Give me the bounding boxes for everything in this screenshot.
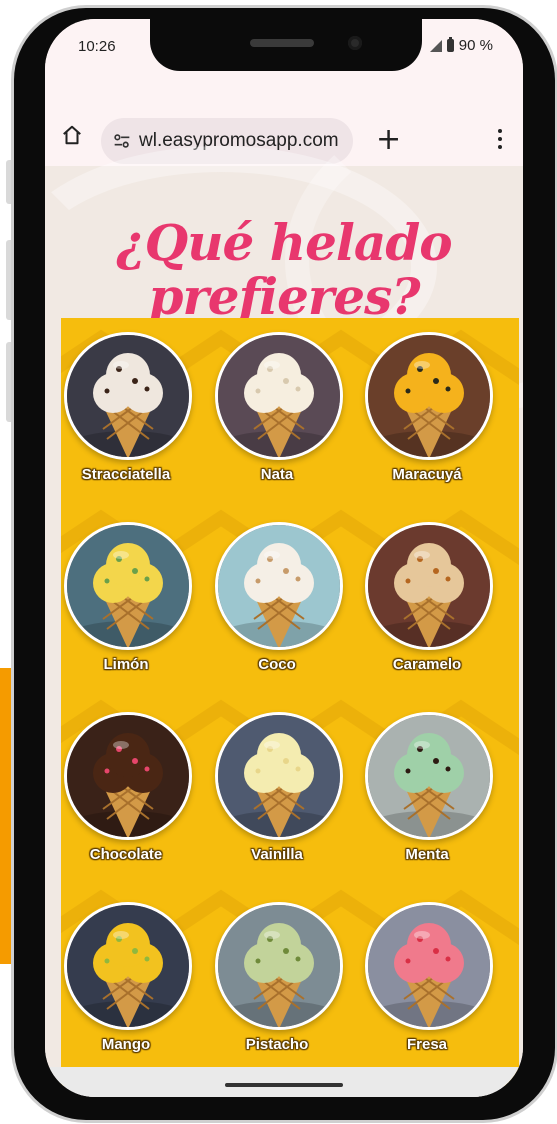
flavor-label: Vainilla [251, 846, 303, 863]
flavor-image[interactable] [215, 332, 343, 460]
flavor-option[interactable]: Maracuyá [357, 332, 497, 508]
web-page: ¿Qué helado prefieres? Stracciatella Nata… [45, 106, 523, 1097]
flavor-image[interactable] [64, 712, 192, 840]
signal-icon [429, 39, 442, 52]
front-camera [348, 36, 362, 50]
flavor-image[interactable] [215, 712, 343, 840]
flavor-option[interactable]: Caramelo [357, 522, 497, 698]
phone-screen: 10:26 90 % wl.easypromosapp.com + ¿Qué h… [45, 19, 523, 1097]
flavor-option[interactable]: Chocolate [61, 712, 196, 888]
speaker-grille [250, 39, 314, 47]
flavor-grid: Stracciatella Nata Maracuyá Limón Coco Carame… [61, 318, 519, 1086]
home-icon[interactable] [61, 124, 83, 146]
flavor-label: Mango [101, 1036, 151, 1053]
page-title: ¿Qué helado prefieres? [45, 212, 523, 326]
flavor-image[interactable] [365, 712, 493, 840]
flavor-image[interactable] [64, 522, 192, 650]
flavor-option[interactable]: Limón [61, 522, 196, 698]
hardware-button-volume-up [6, 240, 14, 320]
flavor-label: Caramelo [392, 656, 462, 673]
flavor-label: Fresa [406, 1036, 448, 1053]
flavor-label: Chocolate [89, 846, 163, 863]
flavor-option[interactable]: Vainilla [207, 712, 347, 888]
flavor-label: Limón [103, 656, 149, 673]
tune-icon[interactable] [111, 130, 133, 152]
home-indicator[interactable] [225, 1083, 343, 1087]
flavor-image[interactable] [64, 902, 192, 1030]
flavor-option[interactable]: Pistacho [207, 902, 347, 1078]
flavor-image[interactable] [215, 902, 343, 1030]
flavor-option[interactable]: Coco [207, 522, 347, 698]
flavor-label: Maracuyá [392, 466, 462, 483]
flavor-image[interactable] [215, 522, 343, 650]
hardware-button-action [6, 160, 14, 204]
flavor-image[interactable] [365, 522, 493, 650]
flavor-option[interactable]: Fresa [357, 902, 497, 1078]
status-time: 10:26 [78, 38, 116, 55]
navigation-bar [45, 1067, 523, 1097]
flavor-image[interactable] [64, 332, 192, 460]
flavor-label: Nata [260, 466, 294, 483]
battery-level: 90 % [458, 37, 493, 54]
flavor-option[interactable]: Stracciatella [61, 332, 196, 508]
flavor-image[interactable] [365, 902, 493, 1030]
hardware-button-volume-down [6, 342, 14, 422]
flavor-option[interactable]: Menta [357, 712, 497, 888]
page-title-line-2: prefieres? [148, 266, 420, 326]
phone-frame: 10:26 90 % wl.easypromosapp.com + ¿Qué h… [14, 8, 555, 1120]
page-title-line-1: ¿Qué helado [116, 212, 452, 272]
battery-icon [446, 37, 454, 52]
flavor-label: Coco [258, 656, 296, 673]
flavor-label: Menta [405, 846, 449, 863]
status-indicators: 90 % [429, 37, 493, 54]
flavor-option[interactable]: Mango [61, 902, 196, 1078]
flavor-label: Pistacho [245, 1036, 309, 1053]
notch [150, 19, 422, 71]
flavor-image[interactable] [365, 332, 493, 460]
flavor-option[interactable]: Nata [207, 332, 347, 508]
flavor-label: Stracciatella [81, 466, 171, 483]
